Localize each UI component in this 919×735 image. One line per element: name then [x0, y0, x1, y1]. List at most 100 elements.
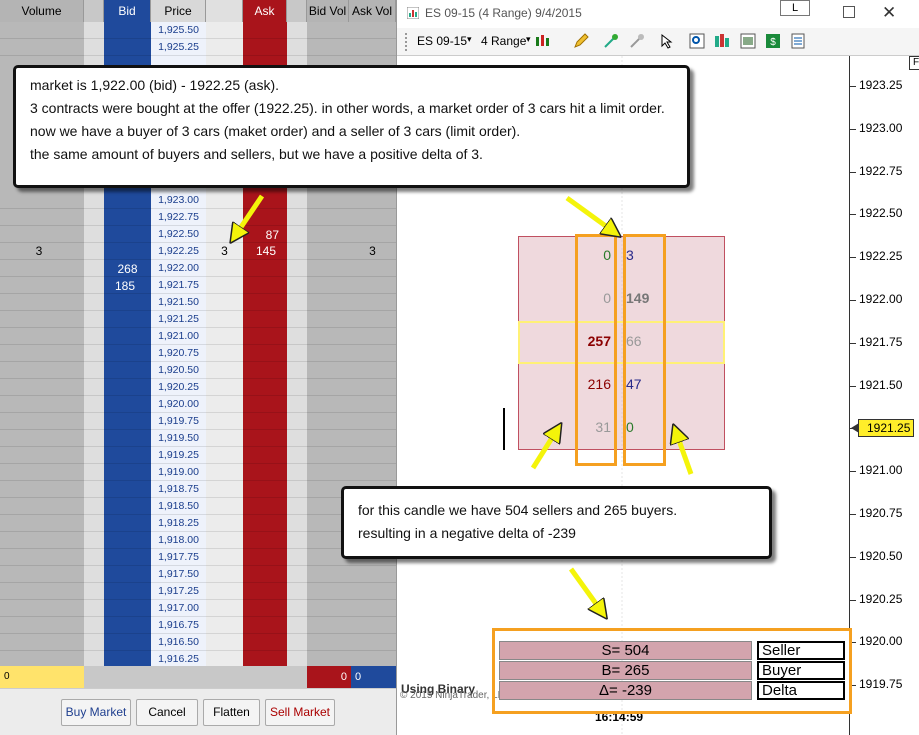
price-tick-label: 1923.00 — [859, 120, 903, 135]
bid-vol-total: 0 — [307, 666, 351, 688]
annotation-callout-candle: for this candle we have 504 sellers and … — [341, 486, 772, 559]
header-ask-vol[interactable]: Ask Vol — [349, 0, 396, 22]
header-ask[interactable]: Ask — [243, 0, 287, 22]
axis-tick — [850, 214, 856, 216]
svg-text:$: $ — [770, 37, 776, 48]
price-tick-label: 1923.25 — [859, 78, 903, 92]
delta-summary: S= 504 B= 265 Δ= -239 Seller Buyer Delta — [492, 628, 852, 714]
price-level[interactable]: 1,921.00 — [151, 328, 206, 345]
add-indicator-icon[interactable] — [603, 33, 619, 49]
price-level[interactable]: 1,916.75 — [151, 617, 206, 634]
buyer-label: Buyer — [757, 661, 845, 680]
toolbar-grip-icon — [405, 33, 407, 51]
header-volume[interactable]: Volume — [0, 0, 84, 22]
header-bid-vol[interactable]: Bid Vol — [307, 0, 349, 22]
axis-tick — [850, 171, 856, 173]
link-button[interactable]: L — [780, 0, 810, 16]
price-level[interactable]: 1,921.50 — [151, 294, 206, 311]
pnl-cell: 0 — [0, 666, 84, 688]
price-level[interactable]: 1,922.75 — [151, 209, 206, 226]
price-level[interactable]: 1,919.25 — [151, 447, 206, 464]
price-axis[interactable]: 1923.25 1923.00 1922.75 1922.50 1922.25 1922.… — [849, 56, 919, 735]
price-level[interactable]: 1,920.00 — [151, 396, 206, 413]
point-of-control-highlight — [518, 321, 725, 364]
row-divider — [0, 55, 396, 56]
template-icon[interactable] — [740, 33, 756, 49]
callout-line: the same amount of buyers and sellers, b… — [30, 146, 483, 162]
header-spacer-left — [84, 0, 104, 22]
price-level[interactable]: 1,921.75 — [151, 277, 206, 294]
price-level[interactable]: 1,918.25 — [151, 515, 206, 532]
dollar-icon[interactable]: $ — [765, 33, 781, 49]
price-tick-label: 1922.25 — [859, 249, 903, 264]
strategy-icon[interactable] — [629, 33, 645, 49]
price-level[interactable]: 1,925.25 — [151, 39, 206, 56]
pencil-icon[interactable] — [573, 33, 589, 49]
chart-app-icon — [407, 7, 419, 19]
price-level[interactable]: 1,918.50 — [151, 498, 206, 515]
header-spacer-right — [287, 0, 307, 22]
cursor-icon[interactable] — [659, 33, 675, 49]
price-level[interactable]: 1,921.25 — [151, 311, 206, 328]
price-level[interactable]: 1,919.50 — [151, 430, 206, 447]
properties-icon[interactable] — [790, 33, 806, 49]
seller-total: S= 504 — [499, 641, 752, 660]
sell-market-button[interactable]: Sell Market — [265, 699, 335, 726]
dom-summary-bar: 0 0 0 — [0, 666, 396, 688]
axis-tick — [850, 342, 856, 344]
price-level[interactable]: 1,918.75 — [151, 481, 206, 498]
maximize-icon[interactable] — [843, 6, 855, 18]
price-tick-label: 1922.00 — [859, 292, 903, 306]
ask-vol-cell: 3 — [369, 244, 376, 258]
header-bid[interactable]: Bid — [104, 0, 151, 22]
ask-size-cell[interactable]: 87 — [243, 227, 287, 244]
chevron-down-icon[interactable]: ▾ — [526, 34, 531, 45]
price-level[interactable]: 1,917.25 — [151, 583, 206, 600]
price-tick-label: 1921.00 — [859, 463, 903, 478]
price-level[interactable]: 1,923.00 — [151, 192, 206, 209]
chart-toolbar: ES 09-15 ▾ 4 Range ▾ $ — [397, 28, 919, 56]
price-level[interactable]: 1,922.25 — [151, 243, 206, 260]
close-icon[interactable]: ✕ — [882, 3, 896, 23]
flatten-button[interactable]: Flatten — [203, 699, 260, 726]
bid-size-cell[interactable]: 268 — [104, 261, 151, 278]
last-trade-size: 3 — [221, 244, 228, 258]
price-level[interactable]: 1,917.00 — [151, 600, 206, 617]
seller-label: Seller — [757, 641, 845, 660]
price-level[interactable]: 1,918.00 — [151, 532, 206, 549]
cancel-button[interactable]: Cancel — [136, 699, 198, 726]
price-tick-label: 1921.75 — [859, 334, 903, 349]
callout-line: 3 contracts were bought at the offer (19… — [30, 100, 665, 116]
instrument-selector[interactable]: ES 09-15 — [417, 34, 467, 48]
axis-tick — [850, 300, 856, 301]
price-level[interactable]: 1,925.50 — [151, 22, 206, 39]
price-level[interactable]: 1,919.00 — [151, 464, 206, 481]
axis-tick — [850, 86, 856, 87]
price-level[interactable]: 1,920.75 — [151, 345, 206, 362]
price-level[interactable]: 1,922.50 — [151, 226, 206, 243]
bid-size-cell[interactable]: 185 — [104, 278, 146, 295]
bar-type-icon[interactable] — [534, 33, 550, 49]
price-level[interactable]: 1,917.75 — [151, 549, 206, 566]
buyer-total: B= 265 — [499, 661, 752, 680]
chart-style-icon[interactable] — [714, 33, 730, 49]
price-level[interactable]: 1,922.00 — [151, 260, 206, 277]
sell-column-highlight — [575, 234, 617, 466]
axis-tick — [850, 599, 856, 601]
title-bar[interactable]: ES 09-15 (4 Range) 9/4/2015 L ✕ — [397, 0, 919, 28]
period-selector[interactable]: 4 Range — [481, 34, 526, 48]
buy-market-button[interactable]: Buy Market — [61, 699, 131, 726]
price-level[interactable]: 1,917.50 — [151, 566, 206, 583]
ask-size-cell[interactable]: 145 — [243, 243, 287, 260]
header-price[interactable]: Price — [151, 0, 206, 22]
zoom-icon[interactable] — [689, 33, 705, 49]
axis-tick — [850, 471, 856, 473]
axis-tick — [850, 128, 856, 130]
price-level[interactable]: 1,920.50 — [151, 362, 206, 379]
price-level[interactable]: 1,920.25 — [151, 379, 206, 396]
chevron-down-icon[interactable]: ▾ — [467, 34, 472, 45]
price-tick-label: 1922.50 — [859, 206, 903, 221]
format-button[interactable]: F — [909, 56, 919, 70]
price-level[interactable]: 1,919.75 — [151, 413, 206, 430]
price-level[interactable]: 1,916.50 — [151, 634, 206, 651]
